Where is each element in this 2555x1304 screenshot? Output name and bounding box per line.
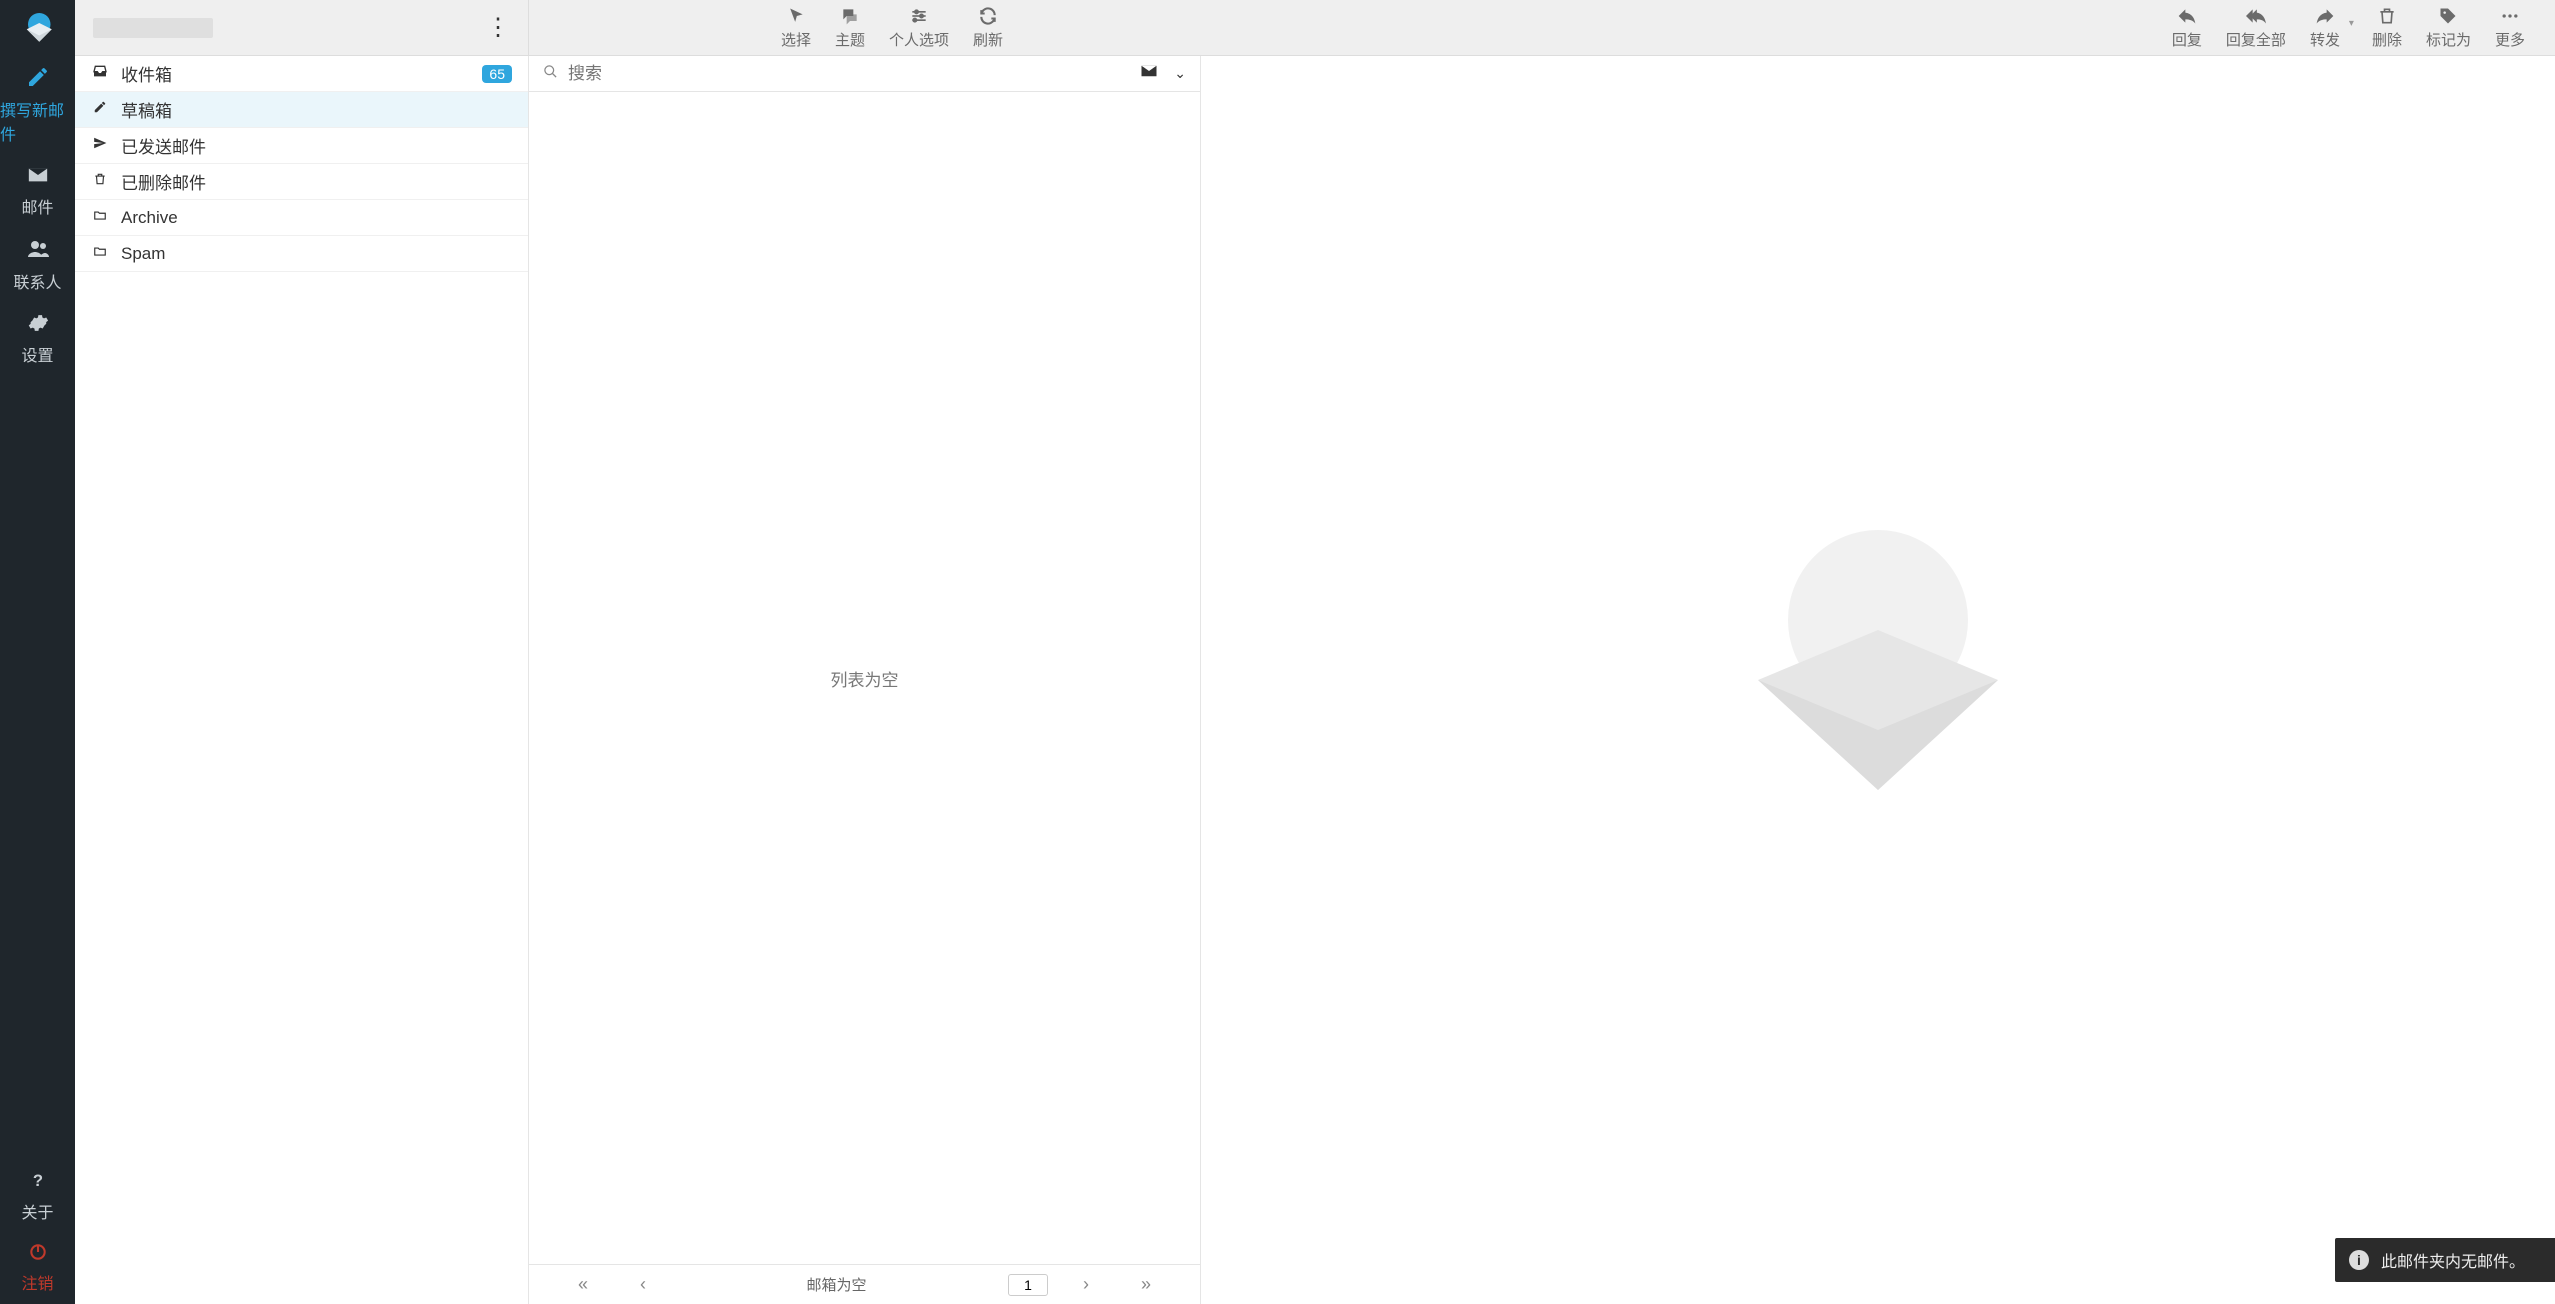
nav-logout-label: 注销 [21,1270,53,1294]
more-icon [2500,6,2520,26]
tb-forward[interactable]: 转发 [2298,0,2360,55]
top-toolbar: ⋮ 选择 主题 个人选项 刷新 回复 [75,0,2555,56]
empty-preview-illustration [1678,480,2078,880]
search-icon [543,64,558,84]
svg-text:?: ? [32,1171,42,1190]
toast-notification: i 此邮件夹内无邮件。 [2335,1238,2555,1282]
account-header: ⋮ [75,0,529,55]
pencil-icon [91,100,109,119]
empty-list-text: 列表为空 [831,666,899,691]
sliders-icon [909,6,929,26]
sent-icon [91,136,109,155]
account-name [93,18,213,38]
reply-icon [2177,6,2197,26]
nav-logout[interactable]: 注销 [0,1233,75,1304]
tb-mark-label: 标记为 [2426,29,2471,50]
nav-contacts[interactable]: 联系人 [0,228,75,303]
contacts-icon [26,237,50,266]
pager-prev[interactable]: ‹ [613,1274,673,1295]
main-area: ⋮ 选择 主题 个人选项 刷新 回复 [75,0,2555,1304]
folder-drafts-label: 草稿箱 [121,97,512,122]
folder-inbox[interactable]: 收件箱 65 [75,56,528,92]
compose-icon [26,65,50,94]
folder-icon [91,244,109,263]
tb-reply[interactable]: 回复 [2160,0,2214,55]
folder-spam-label: Spam [121,244,512,264]
toolbar-group-left: 选择 主题 个人选项 刷新 [529,0,1015,55]
tb-select[interactable]: 选择 [769,0,823,55]
power-icon [28,1242,48,1267]
forward-icon [2315,6,2335,26]
reply-all-icon [2246,6,2266,26]
trash-icon [2377,6,2397,26]
nav-settings-label: 设置 [21,342,53,366]
refresh-icon [978,6,998,26]
inbox-icon [91,63,109,84]
tb-more[interactable]: 更多 [2483,0,2537,55]
cursor-icon [786,6,806,26]
folder-spam[interactable]: Spam [75,236,528,272]
folder-list: 收件箱 65 草稿箱 已发送邮件 已删除邮件 [75,56,529,1304]
folder-inbox-badge: 65 [482,65,512,83]
tb-refresh-label: 刷新 [973,29,1003,50]
threads-icon [840,6,860,26]
folder-trash-label: 已删除邮件 [121,169,512,194]
pager-status: 邮箱为空 [673,1274,1000,1295]
tb-reply-label: 回复 [2172,29,2202,50]
toolbar-group-right: 回复 回复全部 转发 删除 标记为 更多 [2160,0,2555,55]
nav-about[interactable]: ? 关于 [0,1162,75,1233]
pager-last[interactable]: » [1116,1274,1176,1295]
tb-mark[interactable]: 标记为 [2414,0,2483,55]
nav-mail-label: 邮件 [21,194,53,218]
tb-replyall[interactable]: 回复全部 [2214,0,2298,55]
message-list-pane: ⌄ 列表为空 « ‹ 邮箱为空 › » [529,56,1201,1304]
nav-settings[interactable]: 设置 [0,303,75,376]
folder-sent[interactable]: 已发送邮件 [75,128,528,164]
nav-compose[interactable]: 撰写新邮件 [0,56,75,155]
pager-page-input[interactable] [1008,1274,1048,1296]
toast-text: 此邮件夹内无邮件。 [2381,1248,2525,1272]
nav-about-label: 关于 [21,1199,53,1223]
search-scope-icon[interactable] [1140,62,1158,85]
trash-folder-icon [91,172,109,191]
folder-inbox-label: 收件箱 [121,61,470,86]
folder-drafts[interactable]: 草稿箱 [75,92,528,128]
message-list-body: 列表为空 [529,92,1200,1264]
search-input[interactable] [568,64,1130,84]
tb-refresh[interactable]: 刷新 [961,0,1015,55]
help-icon: ? [28,1171,48,1196]
tb-replyall-label: 回复全部 [2226,29,2286,50]
nav-compose-label: 撰写新邮件 [0,97,75,145]
info-icon: i [2349,1250,2369,1270]
tb-forward-label: 转发 [2310,29,2340,50]
pager-next[interactable]: › [1056,1274,1116,1295]
content-row: 收件箱 65 草稿箱 已发送邮件 已删除邮件 [75,56,2555,1304]
search-bar: ⌄ [529,56,1200,92]
tag-icon [2438,6,2458,26]
nav-mail[interactable]: 邮件 [0,155,75,228]
folder-trash[interactable]: 已删除邮件 [75,164,528,200]
folder-sent-label: 已发送邮件 [121,133,512,158]
tb-options-label: 个人选项 [889,29,949,50]
gear-icon [27,312,49,339]
tb-threads[interactable]: 主题 [823,0,877,55]
folder-archive-label: Archive [121,208,512,228]
pager-first[interactable]: « [553,1274,613,1295]
nav-contacts-label: 联系人 [13,269,61,293]
tb-delete-label: 删除 [2372,29,2402,50]
preview-pane [1201,56,2555,1304]
tb-more-label: 更多 [2495,29,2525,50]
tb-threads-label: 主题 [835,29,865,50]
search-options-toggle[interactable]: ⌄ [1174,65,1186,82]
pager: « ‹ 邮箱为空 › » [529,1264,1200,1304]
account-menu-button[interactable]: ⋮ [486,13,510,42]
tb-select-label: 选择 [781,29,811,50]
tb-delete[interactable]: 删除 [2360,0,2414,55]
primary-nav: 撰写新邮件 邮件 联系人 设置 ? 关于 注销 [0,0,75,1304]
tb-options[interactable]: 个人选项 [877,0,961,55]
folder-archive[interactable]: Archive [75,200,528,236]
app-logo [0,0,75,56]
folder-icon [91,208,109,227]
mail-icon [27,164,49,191]
